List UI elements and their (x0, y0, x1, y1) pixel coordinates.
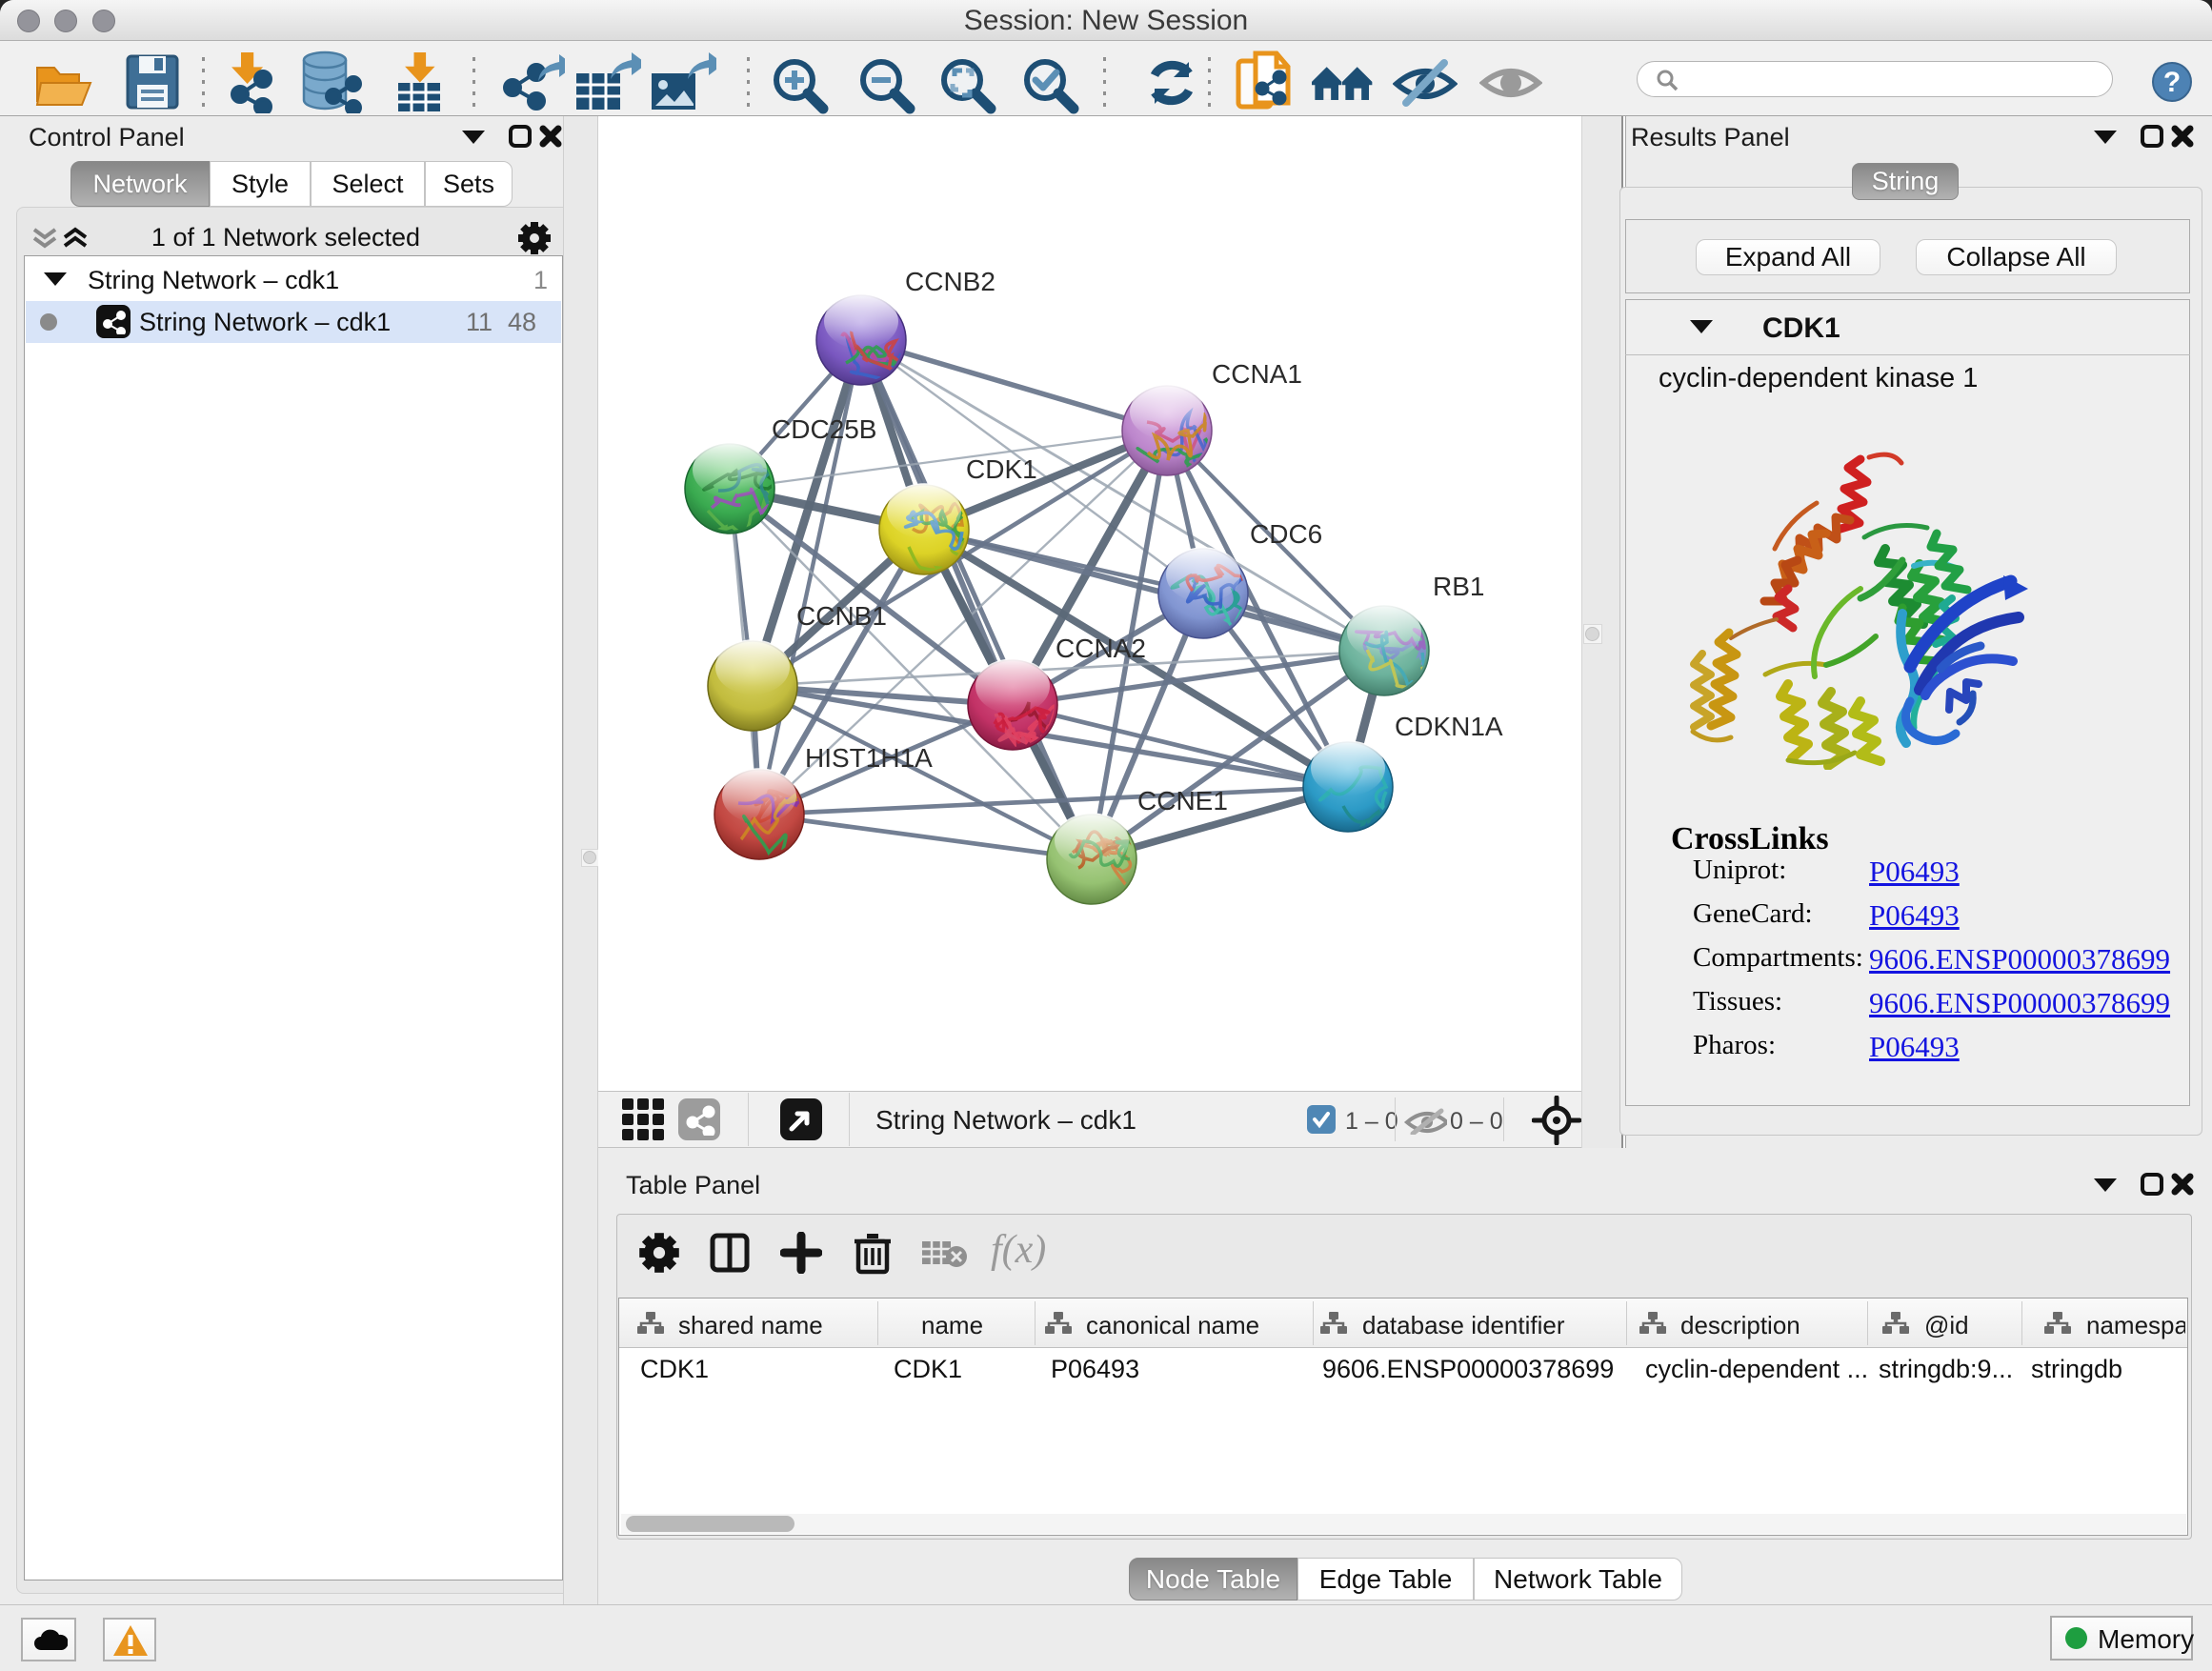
svg-text:CDC6: CDC6 (1250, 519, 1322, 549)
svg-text:CDKN1A: CDKN1A (1395, 712, 1503, 741)
svg-text:CDC25B: CDC25B (772, 414, 876, 444)
svg-text:CCNA2: CCNA2 (1056, 634, 1146, 663)
svg-text:HIST1H1A: HIST1H1A (805, 743, 933, 773)
svg-text:CCNA1: CCNA1 (1212, 359, 1302, 389)
svg-text:CDK1: CDK1 (966, 454, 1037, 484)
svg-text:RB1: RB1 (1433, 572, 1484, 601)
svg-text:CCNB1: CCNB1 (796, 601, 887, 631)
svg-text:CCNE1: CCNE1 (1137, 786, 1228, 815)
svg-text:CCNB2: CCNB2 (905, 267, 995, 296)
